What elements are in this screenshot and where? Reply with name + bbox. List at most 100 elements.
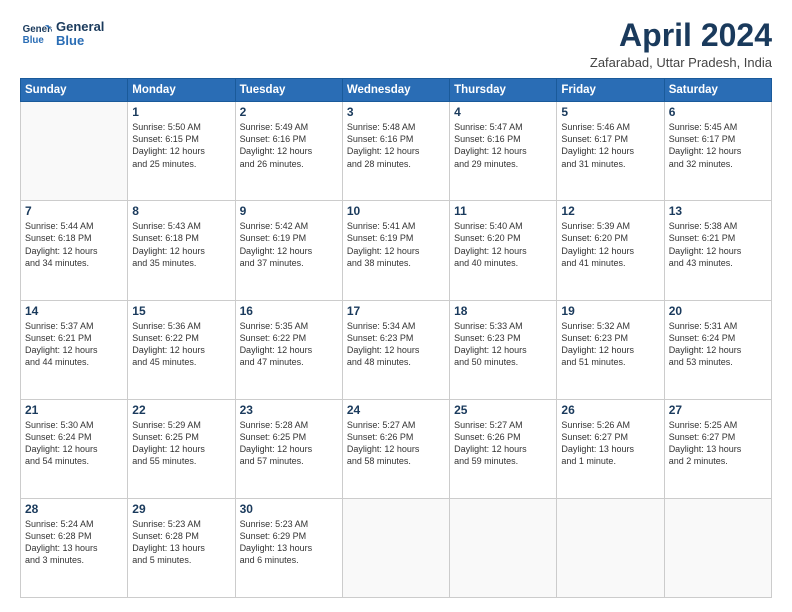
calendar-cell: 22Sunrise: 5:29 AM Sunset: 6:25 PM Dayli… [128,399,235,498]
day-number: 29 [132,502,230,516]
logo: General Blue General Blue [20,18,104,50]
calendar-header-row: SundayMondayTuesdayWednesdayThursdayFrid… [21,79,772,102]
calendar-cell: 13 Sunrise: 5:38 AM Sunset: 6:21 PM Dayli… [664,201,771,300]
week-row: 7 Sunrise: 5:44 AM Sunset: 6:18 PM Daylig… [21,201,772,300]
calendar-cell: 26Sunrise: 5:26 AM Sunset: 6:27 PM Dayli… [557,399,664,498]
day-info: Sunrise: 5:27 AM Sunset: 6:26 PM Dayligh… [347,419,445,468]
calendar-cell: 27Sunrise: 5:25 AM Sunset: 6:27 PM Dayli… [664,399,771,498]
day-number: 2 [240,105,338,119]
calendar-cell: 30Sunrise: 5:23 AM Sunset: 6:29 PM Dayli… [235,498,342,597]
calendar-cell: 6 Sunrise: 5:45 AM Sunset: 6:17 PM Daylig… [664,102,771,201]
calendar-cell: 23Sunrise: 5:28 AM Sunset: 6:25 PM Dayli… [235,399,342,498]
day-info: Sunrise: 5:23 AM Sunset: 6:29 PM Dayligh… [240,518,338,567]
day-number: 14 [25,304,123,318]
day-info: Sunrise: 5:39 AM Sunset: 6:20 PM Dayligh… [561,220,659,269]
calendar-cell: 25 Sunrise: 5:27 AM Sunset: 6:26 PM Dayli… [450,399,557,498]
day-info: Sunrise: 5:48 AM Sunset: 6:16 PM Dayligh… [347,121,445,170]
day-info: Sunrise: 5:40 AM Sunset: 6:20 PM Dayligh… [454,220,552,269]
day-number: 12 [561,204,659,218]
month-title: April 2024 [590,18,772,53]
day-number: 4 [454,105,552,119]
day-info: Sunrise: 5:26 AM Sunset: 6:27 PM Dayligh… [561,419,659,468]
calendar-cell: 29 Sunrise: 5:23 AM Sunset: 6:28 PM Dayli… [128,498,235,597]
calendar-cell [557,498,664,597]
day-info: Sunrise: 5:49 AM Sunset: 6:16 PM Dayligh… [240,121,338,170]
day-number: 19 [561,304,659,318]
day-info: Sunrise: 5:34 AM Sunset: 6:23 PM Dayligh… [347,320,445,369]
calendar-cell [342,498,449,597]
day-info: Sunrise: 5:45 AM Sunset: 6:17 PM Dayligh… [669,121,767,170]
day-info: Sunrise: 5:42 AM Sunset: 6:19 PM Dayligh… [240,220,338,269]
calendar-cell: 24Sunrise: 5:27 AM Sunset: 6:26 PM Dayli… [342,399,449,498]
day-header: Tuesday [235,79,342,102]
day-number: 18 [454,304,552,318]
calendar-cell: 2 Sunrise: 5:49 AM Sunset: 6:16 PM Daylig… [235,102,342,201]
calendar-cell: 3 Sunrise: 5:48 AM Sunset: 6:16 PM Daylig… [342,102,449,201]
calendar-cell: 5Sunrise: 5:46 AM Sunset: 6:17 PM Daylig… [557,102,664,201]
day-number: 25 [454,403,552,417]
day-number: 13 [669,204,767,218]
day-info: Sunrise: 5:30 AM Sunset: 6:24 PM Dayligh… [25,419,123,468]
calendar-cell: 4 Sunrise: 5:47 AM Sunset: 6:16 PM Daylig… [450,102,557,201]
logo-line1: General [56,20,104,34]
day-info: Sunrise: 5:47 AM Sunset: 6:16 PM Dayligh… [454,121,552,170]
day-info: Sunrise: 5:35 AM Sunset: 6:22 PM Dayligh… [240,320,338,369]
calendar-body: 1 Sunrise: 5:50 AM Sunset: 6:15 PM Daylig… [21,102,772,598]
calendar-cell: 8 Sunrise: 5:43 AM Sunset: 6:18 PM Daylig… [128,201,235,300]
day-header: Sunday [21,79,128,102]
calendar-table: SundayMondayTuesdayWednesdayThursdayFrid… [20,78,772,598]
calendar-cell: 7 Sunrise: 5:44 AM Sunset: 6:18 PM Daylig… [21,201,128,300]
week-row: 21Sunrise: 5:30 AM Sunset: 6:24 PM Dayli… [21,399,772,498]
day-info: Sunrise: 5:43 AM Sunset: 6:18 PM Dayligh… [132,220,230,269]
day-number: 22 [132,403,230,417]
calendar-cell: 18 Sunrise: 5:33 AM Sunset: 6:23 PM Dayli… [450,300,557,399]
day-header: Thursday [450,79,557,102]
day-number: 11 [454,204,552,218]
calendar-cell: 17 Sunrise: 5:34 AM Sunset: 6:23 PM Dayli… [342,300,449,399]
calendar-cell: 10Sunrise: 5:41 AM Sunset: 6:19 PM Dayli… [342,201,449,300]
day-info: Sunrise: 5:27 AM Sunset: 6:26 PM Dayligh… [454,419,552,468]
day-info: Sunrise: 5:41 AM Sunset: 6:19 PM Dayligh… [347,220,445,269]
day-number: 5 [561,105,659,119]
logo-icon: General Blue [20,18,52,50]
logo-line2: Blue [56,34,104,48]
day-number: 28 [25,502,123,516]
day-number: 7 [25,204,123,218]
day-number: 9 [240,204,338,218]
day-header: Friday [557,79,664,102]
day-info: Sunrise: 5:44 AM Sunset: 6:18 PM Dayligh… [25,220,123,269]
calendar-cell [450,498,557,597]
title-block: April 2024 Zafarabad, Uttar Pradesh, Ind… [590,18,772,70]
week-row: 14 Sunrise: 5:37 AM Sunset: 6:21 PM Dayli… [21,300,772,399]
day-number: 6 [669,105,767,119]
subtitle: Zafarabad, Uttar Pradesh, India [590,55,772,70]
calendar-cell: 9 Sunrise: 5:42 AM Sunset: 6:19 PM Daylig… [235,201,342,300]
day-info: Sunrise: 5:32 AM Sunset: 6:23 PM Dayligh… [561,320,659,369]
day-number: 15 [132,304,230,318]
day-info: Sunrise: 5:24 AM Sunset: 6:28 PM Dayligh… [25,518,123,567]
day-number: 1 [132,105,230,119]
svg-text:Blue: Blue [23,35,45,46]
day-info: Sunrise: 5:38 AM Sunset: 6:21 PM Dayligh… [669,220,767,269]
day-number: 3 [347,105,445,119]
day-info: Sunrise: 5:50 AM Sunset: 6:15 PM Dayligh… [132,121,230,170]
day-info: Sunrise: 5:23 AM Sunset: 6:28 PM Dayligh… [132,518,230,567]
day-number: 27 [669,403,767,417]
day-number: 16 [240,304,338,318]
calendar-cell: 19 Sunrise: 5:32 AM Sunset: 6:23 PM Dayli… [557,300,664,399]
page: General Blue General Blue April 2024 Zaf… [0,0,792,612]
day-number: 20 [669,304,767,318]
day-number: 8 [132,204,230,218]
calendar-cell: 20Sunrise: 5:31 AM Sunset: 6:24 PM Dayli… [664,300,771,399]
week-row: 1 Sunrise: 5:50 AM Sunset: 6:15 PM Daylig… [21,102,772,201]
day-header: Saturday [664,79,771,102]
calendar-cell: 1 Sunrise: 5:50 AM Sunset: 6:15 PM Daylig… [128,102,235,201]
calendar-cell: 12 Sunrise: 5:39 AM Sunset: 6:20 PM Dayli… [557,201,664,300]
header: General Blue General Blue April 2024 Zaf… [20,18,772,70]
week-row: 28 Sunrise: 5:24 AM Sunset: 6:28 PM Dayli… [21,498,772,597]
day-info: Sunrise: 5:33 AM Sunset: 6:23 PM Dayligh… [454,320,552,369]
calendar-cell: 16 Sunrise: 5:35 AM Sunset: 6:22 PM Dayli… [235,300,342,399]
day-number: 17 [347,304,445,318]
day-info: Sunrise: 5:37 AM Sunset: 6:21 PM Dayligh… [25,320,123,369]
calendar-cell: 11 Sunrise: 5:40 AM Sunset: 6:20 PM Dayli… [450,201,557,300]
